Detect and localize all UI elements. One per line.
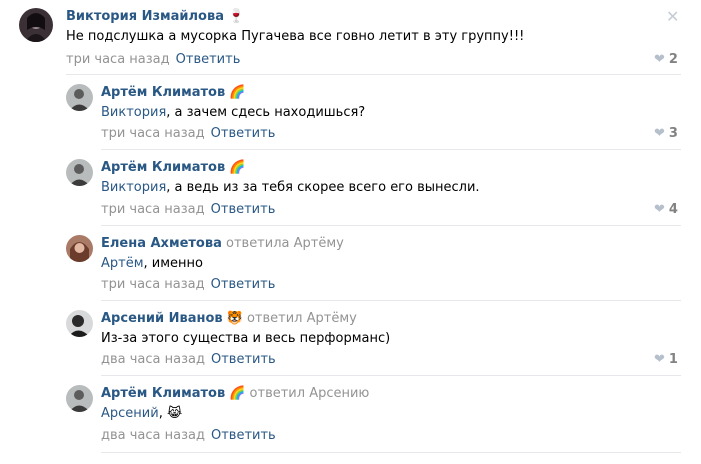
comment-body: , именно (143, 256, 204, 271)
like-button[interactable]: ❤ 2 (654, 52, 678, 67)
reply-button[interactable]: Ответить (211, 277, 276, 292)
reply-button[interactable]: Ответить (211, 352, 276, 367)
reply-button[interactable]: Ответить (176, 52, 241, 67)
comment-text: Виктория, а ведь из за тебя скорее всего… (101, 180, 480, 195)
author-emoji: 🌈 (229, 85, 246, 100)
like-count: 4 (668, 202, 678, 217)
timestamp[interactable]: два часа назад (101, 428, 205, 443)
comment-body: , а ведь из за тебя скорее всего его вын… (166, 180, 480, 195)
like-button[interactable]: ❤ 4 (654, 202, 678, 217)
timestamp[interactable]: два часа назад (101, 352, 205, 367)
heart-icon: ❤ (654, 52, 665, 67)
author-name[interactable]: Артём Климатов (101, 85, 225, 100)
comment-text: Виктория, а зачем сдесь находишься? (101, 105, 365, 120)
like-count: 3 (668, 126, 678, 141)
avatar[interactable] (66, 385, 93, 412)
comment-text: Арсений, 😹 (101, 406, 182, 421)
comment-text: Не подслушка а мусорка Пугачева все говн… (66, 29, 525, 44)
comment-text: Артём, именно (101, 256, 203, 271)
author-emoji: 🌈 (229, 386, 246, 401)
author-emoji: 🌈 (229, 160, 246, 175)
timestamp[interactable]: три часа назад (101, 126, 205, 141)
timestamp[interactable]: три часа назад (66, 52, 170, 67)
avatar[interactable] (66, 235, 93, 262)
separator (66, 74, 681, 75)
reply-button[interactable]: Ответить (211, 428, 276, 443)
heart-icon: ❤ (654, 352, 665, 367)
author-emoji: 🍷 (228, 9, 245, 24)
author-emoji: 🐯 (226, 311, 243, 326)
like-count: 1 (668, 352, 678, 367)
comment-body: , 😹 (158, 406, 183, 421)
avatar[interactable] (66, 310, 93, 337)
heart-icon: ❤ (654, 202, 665, 217)
mention-link[interactable]: Артём (101, 256, 144, 271)
mention-link[interactable]: Виктория (101, 105, 166, 120)
author-name[interactable]: Виктория Измайлова (66, 9, 224, 24)
timestamp[interactable]: три часа назад (101, 277, 205, 292)
avatar[interactable] (66, 84, 93, 111)
replied-to[interactable]: ответил Арсению (250, 386, 370, 401)
avatar[interactable] (19, 8, 53, 42)
comment-body: , а зачем сдесь находишься? (166, 105, 366, 120)
author-name[interactable]: Елена Ахметова (101, 236, 222, 251)
separator (101, 149, 681, 150)
close-icon[interactable]: ✕ (666, 7, 679, 26)
mention-link[interactable]: Виктория (101, 180, 166, 195)
avatar[interactable] (66, 159, 93, 186)
reply-button[interactable]: Ответить (211, 202, 276, 217)
replied-to[interactable]: ответила Артёму (226, 236, 344, 251)
separator (101, 452, 681, 453)
author-name[interactable]: Артём Климатов (101, 160, 225, 175)
like-button[interactable]: ❤ 3 (654, 126, 678, 141)
separator (101, 225, 681, 226)
heart-icon: ❤ (654, 126, 665, 141)
author-name[interactable]: Артём Климатов (101, 386, 225, 401)
timestamp[interactable]: три часа назад (101, 202, 205, 217)
comment-text: Из-за этого существа и весь перформанс) (101, 331, 391, 346)
like-count: 2 (668, 52, 678, 67)
mention-link[interactable]: Арсений (101, 406, 159, 421)
separator (101, 375, 681, 376)
author-name[interactable]: Арсений Иванов (101, 311, 223, 326)
separator (101, 300, 681, 301)
like-button[interactable]: ❤ 1 (654, 352, 678, 367)
reply-button[interactable]: Ответить (211, 126, 276, 141)
replied-to[interactable]: ответил Артёму (247, 311, 357, 326)
